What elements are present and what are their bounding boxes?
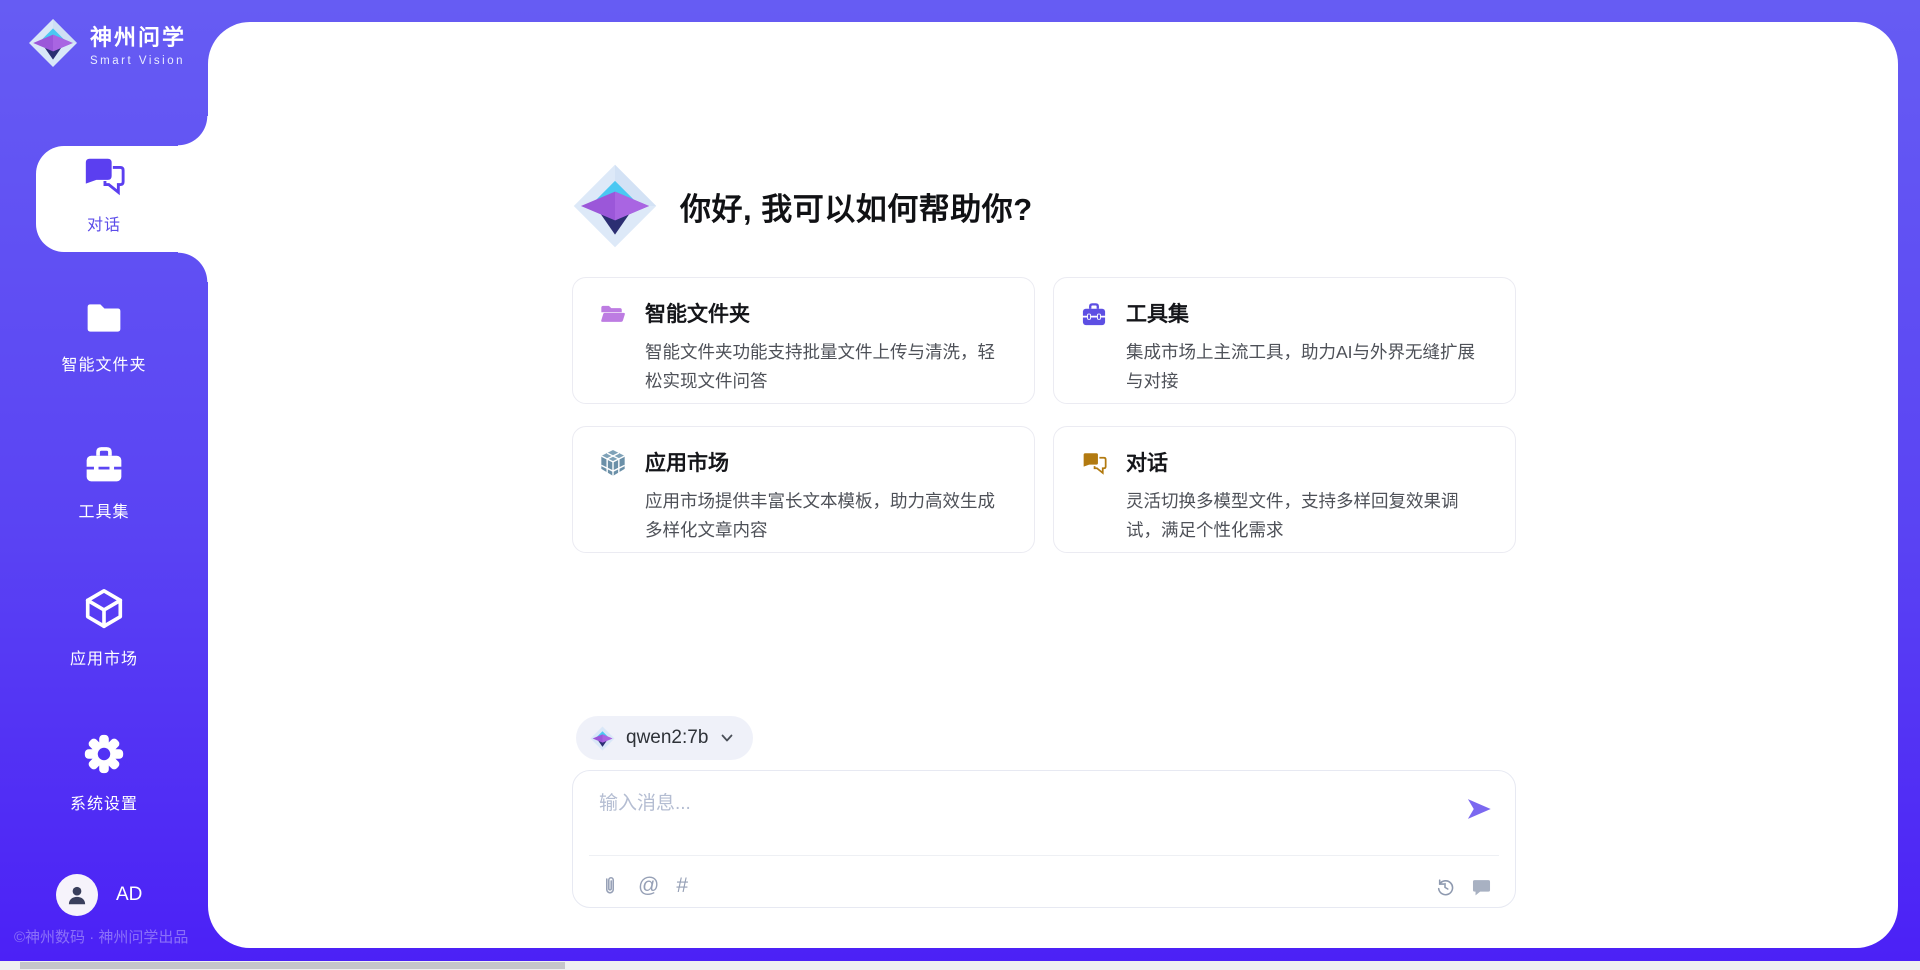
card-description: 应用市场提供丰富长文本模板，助力高效生成多样化文章内容	[645, 487, 1010, 545]
card-title: 对话	[1126, 447, 1491, 477]
model-diamond-logo-icon	[590, 726, 615, 751]
model-name: qwen2:7b	[626, 727, 708, 749]
gear-icon	[81, 731, 127, 777]
user-profile[interactable]: AD	[56, 874, 142, 916]
sidebar-item-label: 工具集	[0, 498, 208, 522]
card-description: 灵活切换多模型文件，支持多样回复效果调试，满足个性化需求	[1126, 487, 1491, 545]
cube-icon	[81, 586, 127, 632]
chevron-down-icon	[719, 730, 735, 746]
folder-icon	[82, 298, 126, 338]
horizontal-scrollbar[interactable]	[0, 961, 1920, 970]
sidebar-item-label: 智能文件夹	[0, 351, 208, 375]
sidebar-item-label: 应用市场	[0, 645, 208, 669]
card-toolset[interactable]: 工具集 集成市场上主流工具，助力AI与外界无缝扩展与对接	[1053, 277, 1516, 404]
user-initials: AD	[116, 884, 142, 906]
brand-subtitle: Smart Vision	[90, 55, 186, 67]
sidebar-item-settings[interactable]: 系统设置	[0, 731, 208, 814]
brand-diamond-logo-icon	[28, 18, 78, 68]
sidebar-item-smart-folder[interactable]: 智能文件夹	[0, 298, 208, 375]
app-window: 神州问学 Smart Vision 对话 智能文件夹	[0, 0, 1920, 970]
card-smart-folder[interactable]: 智能文件夹 智能文件夹功能支持批量文件上传与清洗，轻松实现文件问答	[572, 277, 1035, 404]
composer: @ #	[572, 770, 1516, 908]
message-input[interactable]	[599, 793, 1419, 815]
send-icon[interactable]	[1465, 795, 1493, 823]
sidebar-item-toolset[interactable]: 工具集	[0, 443, 208, 522]
greeting-diamond-logo-icon	[572, 163, 658, 249]
card-app-market[interactable]: 应用市场 应用市场提供丰富长文本模板，助力高效生成多样化文章内容	[572, 426, 1035, 553]
user-avatar-icon	[64, 882, 90, 908]
card-title: 智能文件夹	[645, 298, 1010, 328]
sidebar-item-label: 系统设置	[0, 790, 208, 814]
active-tab-curve-bottom	[178, 252, 208, 282]
scrollbar-thumb[interactable]	[20, 962, 565, 969]
composer-divider	[589, 855, 1499, 856]
sidebar-item-label: 对话	[0, 211, 208, 235]
sidebar-item-chat[interactable]: 对话	[0, 154, 208, 235]
at-icon[interactable]: @	[638, 875, 659, 896]
avatar	[56, 874, 98, 916]
paperclip-icon[interactable]	[599, 873, 621, 897]
card-chat[interactable]: 对话 灵活切换多模型文件，支持多样回复效果调试，满足个性化需求	[1053, 426, 1516, 553]
card-title: 应用市场	[645, 447, 1010, 477]
chat-icon	[81, 154, 127, 198]
active-tab-curve-top	[178, 116, 208, 146]
sidebar-footer: ©神州数码 · 神州问学出品	[14, 926, 204, 947]
toolbox-icon	[82, 443, 126, 485]
card-description: 智能文件夹功能支持批量文件上传与清洗，轻松实现文件问答	[645, 338, 1010, 396]
card-description: 集成市场上主流工具，助力AI与外界无缝扩展与对接	[1126, 338, 1491, 396]
composer-tools-right	[1434, 869, 1493, 905]
greeting: 你好, 我可以如何帮助你?	[572, 163, 1033, 249]
brand: 神州问学 Smart Vision	[28, 18, 186, 68]
hash-icon[interactable]: #	[676, 875, 688, 896]
main-panel: 你好, 我可以如何帮助你? 智能文件夹 智能文件夹功能支持批量文件上传与清洗，轻…	[208, 22, 1898, 948]
folder-open-icon	[599, 300, 627, 328]
card-title: 工具集	[1126, 298, 1491, 328]
chat-bubbles-icon	[1080, 449, 1108, 477]
toolbox-icon	[1080, 300, 1108, 328]
chat-bubble-icon[interactable]	[1470, 876, 1493, 898]
model-selector[interactable]: qwen2:7b	[576, 716, 753, 760]
greeting-title: 你好, 我可以如何帮助你?	[680, 184, 1033, 229]
history-icon[interactable]	[1434, 876, 1456, 898]
feature-cards: 智能文件夹 智能文件夹功能支持批量文件上传与清洗，轻松实现文件问答 工具集 集成…	[572, 277, 1516, 553]
sidebar-item-app-market[interactable]: 应用市场	[0, 586, 208, 669]
composer-tools-left: @ #	[599, 867, 688, 903]
app-grid-icon	[599, 449, 627, 477]
brand-name: 神州问学	[90, 20, 186, 52]
